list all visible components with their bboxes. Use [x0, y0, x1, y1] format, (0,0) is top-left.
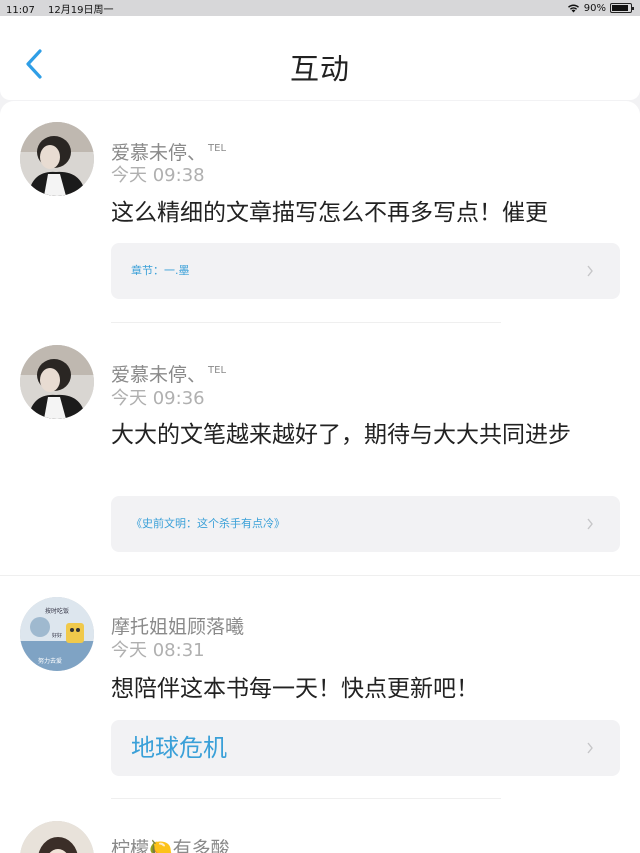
wifi-icon [567, 4, 579, 13]
source-link-card[interactable]: 《史前文明：这个杀手有点冷》 [111, 496, 620, 552]
top-nav-bar: 互动 [0, 16, 640, 100]
avatar-caption: 好好 [52, 632, 62, 639]
status-time: 11:07 [6, 4, 35, 16]
comment-text: 这么精细的文章描写怎么不再多写点！催更 [111, 200, 548, 226]
status-right: 90% [567, 2, 634, 14]
divider [111, 798, 501, 799]
battery-icon [610, 3, 634, 13]
user-tag: TEL [208, 143, 227, 154]
user-avatar[interactable] [20, 821, 94, 853]
comment-item: 柠檬🍋有多酸 [0, 801, 640, 853]
source-link-label: 章节：一.墨 [131, 264, 190, 277]
source-link-card[interactable]: 章节：一.墨 [111, 243, 620, 299]
page-title: 互动 [289, 52, 350, 86]
avatar-photo [20, 345, 94, 419]
source-link-label: 地球危机 [131, 734, 227, 762]
comment-text: 想陪伴这本书每一天！快点更新吧！ [111, 676, 479, 702]
chevron-right-icon [587, 742, 593, 754]
user-tag: TEL [208, 365, 227, 376]
username-text: 爱慕未停、 [111, 364, 207, 386]
avatar-caption: 努力去爱 [38, 657, 62, 665]
status-bar: 11:07 12月19日周一 90% [0, 0, 640, 16]
username[interactable]: 爱慕未停、 TEL [111, 360, 226, 387]
comment-item: 爱慕未停、 TEL 今天 09:36 大大的文笔越来越好了，期待与大大共同进步 《… [0, 323, 640, 576]
user-avatar[interactable]: 按时吃饭 好好 努力去爱 [20, 597, 94, 671]
chevron-right-icon [587, 265, 593, 277]
chevron-right-icon [587, 518, 593, 530]
comment-item: 爱慕未停、 TEL 今天 09:38 这么精细的文章描写怎么不再多写点！催更 章节… [0, 101, 640, 323]
username[interactable]: 摩托姐姐顾落曦 [111, 612, 244, 639]
username-text: 摩托姐姐顾落曦 [111, 616, 245, 638]
source-link-label: 《史前文明：这个杀手有点冷》 [131, 517, 285, 530]
avatar-photo [20, 122, 94, 196]
source-link-card[interactable]: 地球危机 [111, 720, 620, 776]
comment-text: 大大的文笔越来越好了，期待与大大共同进步 [111, 422, 571, 448]
comment-time: 今天 09:36 [111, 388, 205, 409]
comment-feed[interactable]: 爱慕未停、 TEL 今天 09:38 这么精细的文章描写怎么不再多写点！催更 章节… [0, 101, 640, 853]
avatar-photo: 按时吃饭 好好 努力去爱 [20, 597, 94, 671]
avatar-photo [20, 821, 94, 853]
battery-percent: 90% [583, 2, 606, 14]
username[interactable]: 柠檬🍋有多酸 [111, 834, 230, 853]
status-date: 12月19日周一 [48, 4, 114, 16]
battery-fill [612, 5, 629, 11]
user-avatar[interactable] [20, 345, 94, 419]
comment-time: 今天 08:31 [111, 640, 205, 661]
comment-item: 按时吃饭 好好 努力去爱 摩托姐姐顾落曦 今天 08:31 想陪伴这本书每一天！… [0, 575, 640, 801]
status-left: 11:07 12月19日周一 [6, 1, 123, 16]
user-avatar[interactable] [20, 122, 94, 196]
comment-time: 今天 09:38 [111, 165, 205, 186]
username-text: 柠檬🍋有多酸 [111, 838, 230, 853]
avatar-caption: 按时吃饭 [45, 607, 69, 615]
